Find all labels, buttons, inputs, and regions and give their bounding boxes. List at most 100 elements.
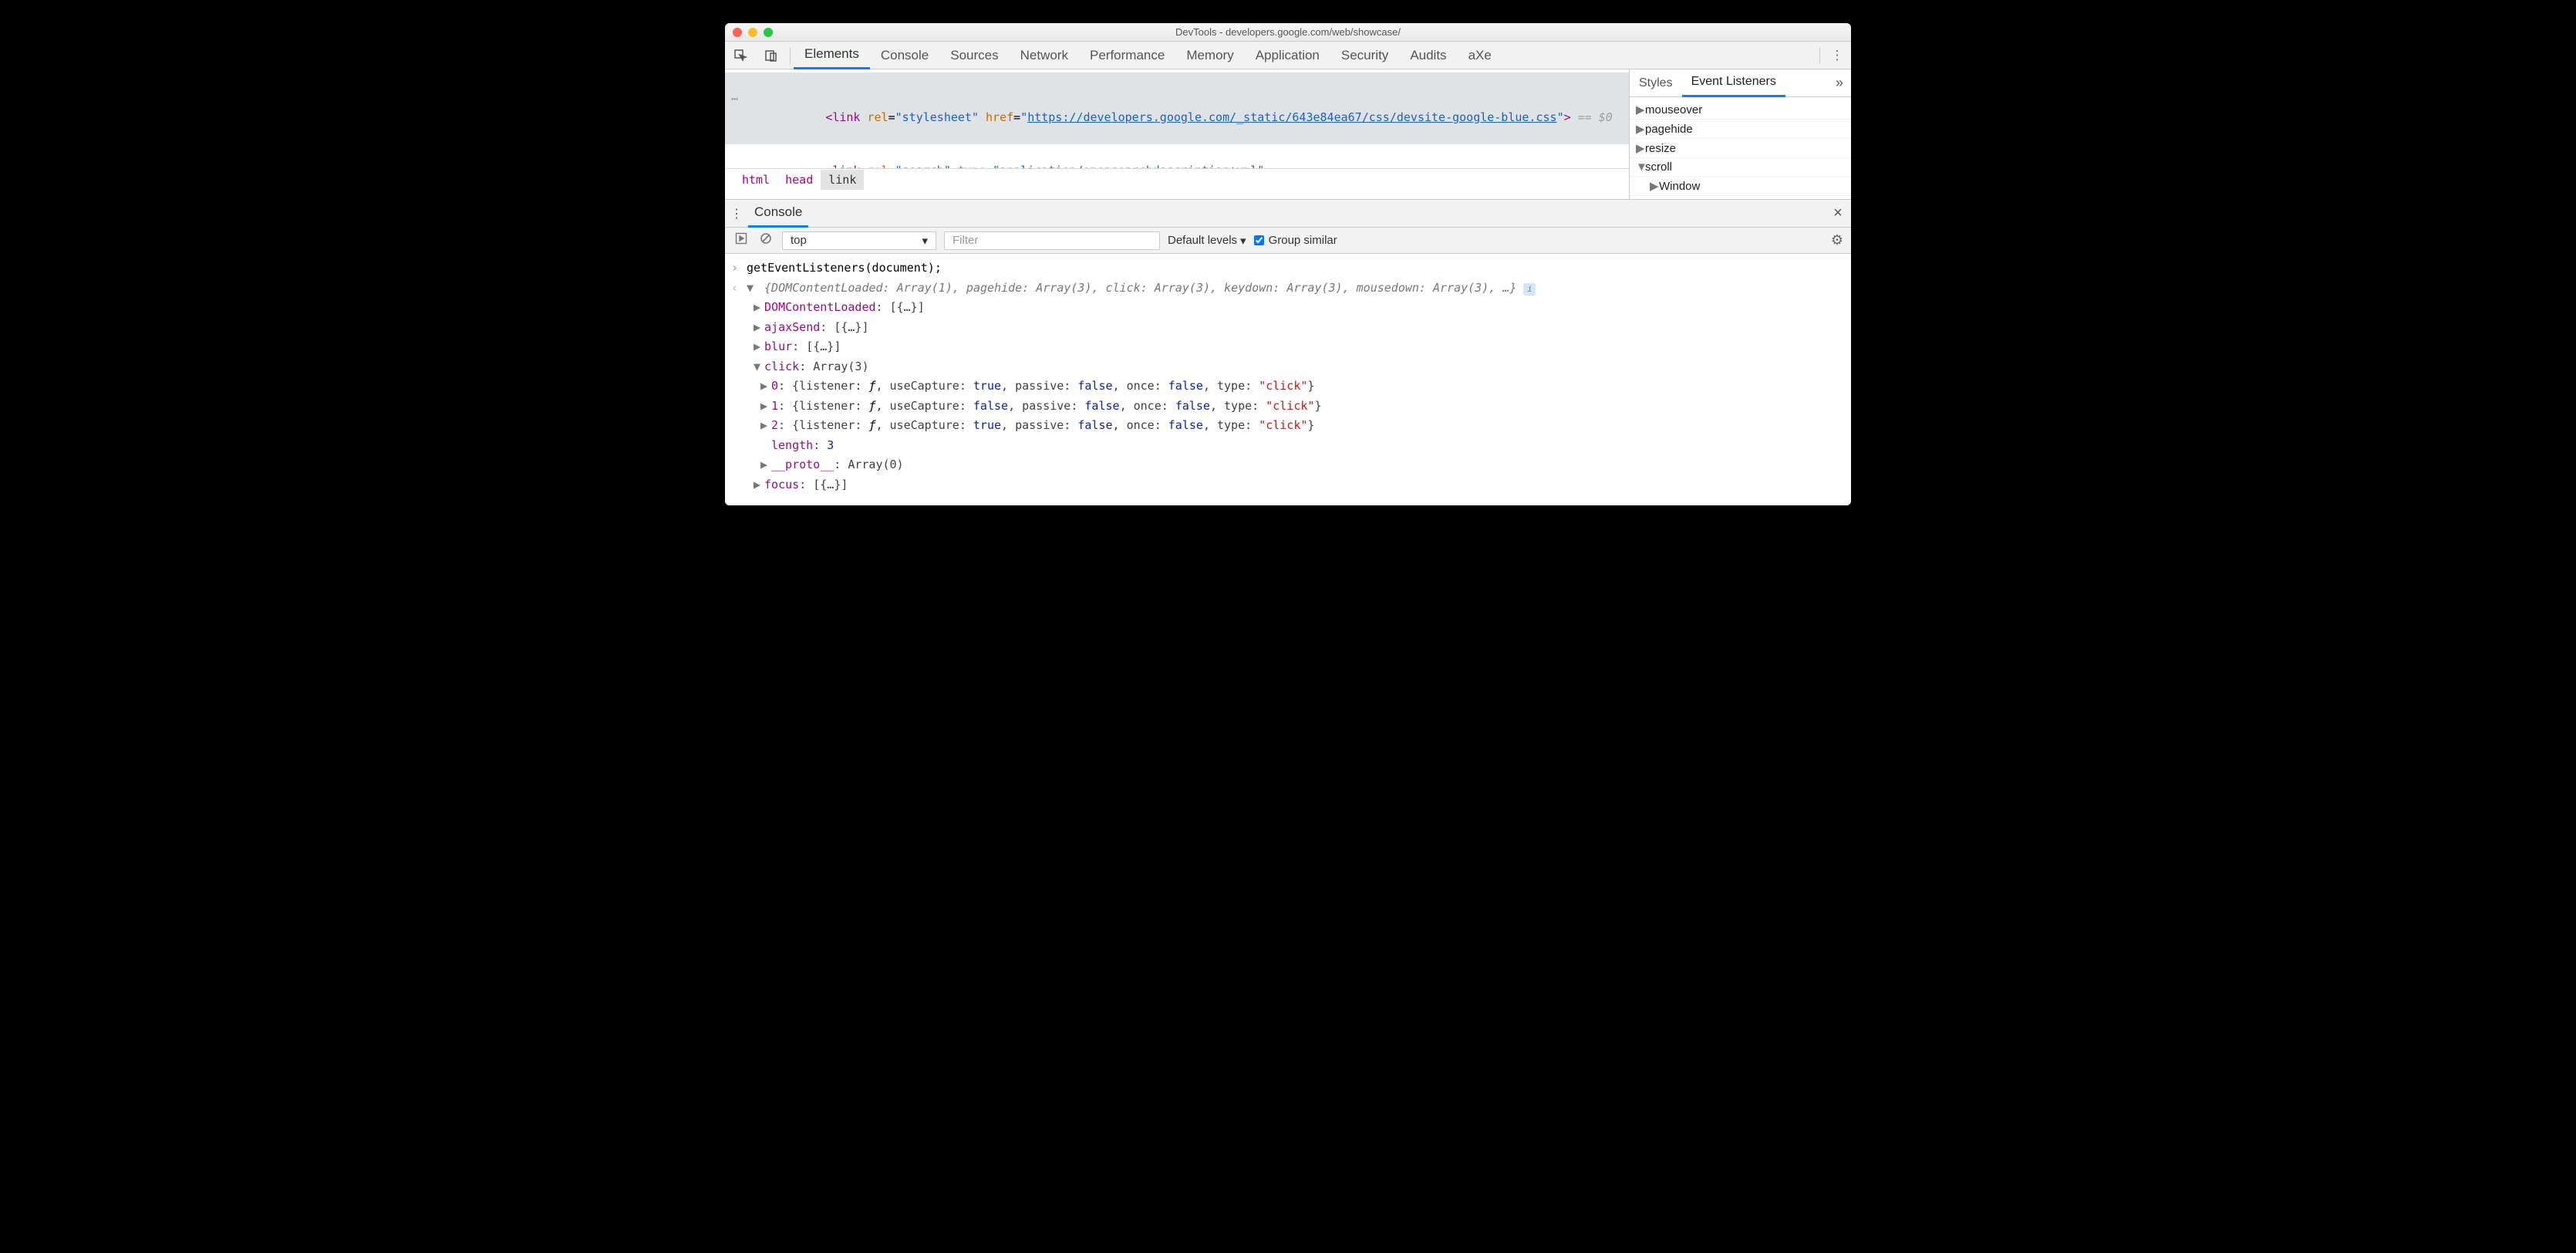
result-summary: {DOMContentLoaded: Array(1), pagehide: A… bbox=[764, 281, 1516, 295]
triangle-down-icon[interactable]: ▼ bbox=[747, 279, 757, 299]
event-target: Window bbox=[1659, 180, 1700, 193]
event-name: pagehide bbox=[1645, 123, 1693, 136]
tab-memory[interactable]: Memory bbox=[1175, 42, 1244, 69]
breadcrumb-item[interactable]: html bbox=[734, 170, 777, 190]
event-listener-item[interactable]: ▼scroll bbox=[1630, 158, 1851, 177]
array-proto[interactable]: ▶__proto__: Array(0) bbox=[747, 455, 1845, 475]
event-listener-item[interactable]: ▶pagehide bbox=[1630, 120, 1851, 139]
styles-sidebar: Styles Event Listeners » ▶mouseover ▶pag… bbox=[1629, 69, 1851, 199]
triangle-down-icon: ▼ bbox=[754, 357, 764, 377]
elements-workspace: ⋯ <link rel="stylesheet" href="https://d… bbox=[725, 69, 1851, 199]
triangle-right-icon: ▶ bbox=[760, 455, 771, 475]
tab-console[interactable]: Console bbox=[870, 42, 939, 69]
breadcrumb-item[interactable]: head bbox=[777, 170, 821, 190]
console-input-line: › getEventListeners(document); bbox=[731, 258, 1845, 279]
execution-icon[interactable] bbox=[733, 232, 750, 248]
tab-elements[interactable]: Elements bbox=[794, 42, 870, 69]
close-icon[interactable]: × bbox=[1825, 204, 1851, 222]
triangle-right-icon: ▶ bbox=[1636, 122, 1645, 136]
input-prompt-icon: › bbox=[731, 258, 747, 279]
vertical-divider bbox=[1819, 47, 1820, 64]
triangle-right-icon: ▶ bbox=[1636, 141, 1645, 155]
tab-event-listeners[interactable]: Event Listeners bbox=[1682, 69, 1785, 97]
gear-icon[interactable]: ⚙ bbox=[1831, 232, 1843, 248]
inspect-element-icon[interactable] bbox=[725, 49, 756, 62]
title-bar: DevTools - developers.google.com/web/sho… bbox=[725, 23, 1851, 42]
object-entry-expanded[interactable]: ▼click: Array(3) bbox=[747, 357, 1845, 377]
event-listener-target[interactable]: ▶Window bbox=[1630, 177, 1851, 196]
triangle-right-icon: ▶ bbox=[754, 318, 764, 338]
breadcrumb-item-current[interactable]: link bbox=[821, 170, 864, 190]
context-value: top bbox=[791, 234, 807, 247]
console-toolbar: top ▾ Filter Default levels ▾ Group simi… bbox=[725, 228, 1851, 254]
devtools-window: DevTools - developers.google.com/web/sho… bbox=[725, 23, 1851, 505]
array-entry[interactable]: ▶0: {listener: ƒ, useCapture: true, pass… bbox=[747, 377, 1845, 397]
console-drawer: ⋮ Console × top ▾ Filter Default levels … bbox=[725, 199, 1851, 505]
triangle-down-icon: ▼ bbox=[1636, 160, 1645, 174]
clear-console-icon[interactable] bbox=[757, 232, 774, 248]
kebab-menu-icon[interactable]: ⋮ bbox=[1823, 48, 1851, 63]
info-badge-icon[interactable]: i bbox=[1523, 283, 1536, 296]
event-listener-item[interactable]: ▶mouseover bbox=[1630, 100, 1851, 120]
expanded-object: ▶DOMContentLoaded: [{…}] ▶ajaxSend: [{…}… bbox=[731, 298, 1845, 495]
checkbox[interactable] bbox=[1254, 235, 1264, 245]
console-result-line[interactable]: ‹ ▼ {DOMContentLoaded: Array(1), pagehid… bbox=[731, 279, 1845, 299]
drawer-header: ⋮ Console × bbox=[725, 200, 1851, 228]
object-entry[interactable]: ▶ajaxSend: [{…}] bbox=[747, 318, 1845, 338]
triangle-right-icon: ▶ bbox=[1636, 103, 1645, 117]
selected-marker: == $0 bbox=[1578, 110, 1613, 124]
sidebar-tabs: Styles Event Listeners » bbox=[1630, 69, 1851, 97]
dom-node[interactable]: <link rel="search" type="application/ope… bbox=[725, 144, 1629, 168]
tab-network[interactable]: Network bbox=[1010, 42, 1079, 69]
triangle-right-icon: ▶ bbox=[754, 298, 764, 318]
tab-axe[interactable]: aXe bbox=[1458, 42, 1502, 69]
console-output[interactable]: › getEventListeners(document); ‹ ▼ {DOMC… bbox=[725, 254, 1851, 505]
object-entry[interactable]: ▶blur: [{…}] bbox=[747, 337, 1845, 357]
log-levels-selector[interactable]: Default levels ▾ bbox=[1168, 234, 1246, 248]
tab-audits[interactable]: Audits bbox=[1399, 42, 1457, 69]
kebab-menu-icon[interactable]: ⋮ bbox=[725, 206, 748, 221]
array-length: length: 3 bbox=[747, 436, 1845, 456]
event-name: mouseover bbox=[1645, 103, 1702, 117]
triangle-right-icon: ▶ bbox=[760, 377, 771, 397]
chevron-down-icon: ▾ bbox=[922, 234, 928, 248]
levels-label: Default levels bbox=[1168, 234, 1237, 247]
object-entry[interactable]: ▶focus: [{…}] bbox=[747, 475, 1845, 495]
group-similar-checkbox[interactable]: Group similar bbox=[1254, 234, 1337, 247]
elements-panel: ⋯ <link rel="stylesheet" href="https://d… bbox=[725, 69, 1629, 199]
dom-tree[interactable]: ⋯ <link rel="stylesheet" href="https://d… bbox=[725, 69, 1629, 168]
context-selector[interactable]: top ▾ bbox=[782, 231, 936, 250]
breadcrumb: html head link bbox=[725, 168, 1629, 190]
array-entry[interactable]: ▶2: {listener: ƒ, useCapture: true, pass… bbox=[747, 416, 1845, 436]
tab-security[interactable]: Security bbox=[1330, 42, 1399, 69]
triangle-right-icon: ▶ bbox=[754, 475, 764, 495]
tab-performance[interactable]: Performance bbox=[1079, 42, 1175, 69]
input-code: getEventListeners(document); bbox=[747, 258, 942, 279]
object-entry[interactable]: ▶DOMContentLoaded: [{…}] bbox=[747, 298, 1845, 318]
dom-node-selected[interactable]: ⋯ <link rel="stylesheet" href="https://d… bbox=[725, 73, 1629, 144]
chevron-right-icon[interactable]: » bbox=[1828, 75, 1851, 91]
tab-styles[interactable]: Styles bbox=[1630, 69, 1682, 97]
filter-placeholder: Filter bbox=[953, 234, 978, 247]
tab-application[interactable]: Application bbox=[1245, 42, 1330, 69]
output-arrow-icon: ‹ bbox=[731, 279, 747, 299]
triangle-right-icon: ▶ bbox=[760, 416, 771, 436]
filter-input[interactable]: Filter bbox=[944, 231, 1160, 250]
href-link[interactable]: https://developers.google.com/_static/64… bbox=[1027, 110, 1556, 124]
vertical-divider bbox=[790, 47, 791, 64]
event-listener-item[interactable]: ▶resize bbox=[1630, 139, 1851, 158]
tab-sources[interactable]: Sources bbox=[939, 42, 1009, 69]
ellipsis-icon: ⋯ bbox=[731, 90, 738, 108]
checkbox-label: Group similar bbox=[1269, 234, 1337, 247]
event-name: scroll bbox=[1645, 160, 1672, 174]
chevron-down-icon: ▾ bbox=[1240, 234, 1246, 248]
triangle-right-icon: ▶ bbox=[760, 397, 771, 417]
event-listeners-list: ▶mouseover ▶pagehide ▶resize ▼scroll ▶Wi… bbox=[1630, 97, 1851, 199]
device-toolbar-icon[interactable] bbox=[756, 49, 787, 62]
drawer-tab-console[interactable]: Console bbox=[748, 200, 808, 228]
event-name: resize bbox=[1645, 142, 1676, 155]
window-title: DevTools - developers.google.com/web/sho… bbox=[725, 26, 1851, 38]
main-tabs-bar: Elements Console Sources Network Perform… bbox=[725, 42, 1851, 69]
triangle-right-icon: ▶ bbox=[1650, 179, 1659, 193]
array-entry[interactable]: ▶1: {listener: ƒ, useCapture: false, pas… bbox=[747, 397, 1845, 417]
